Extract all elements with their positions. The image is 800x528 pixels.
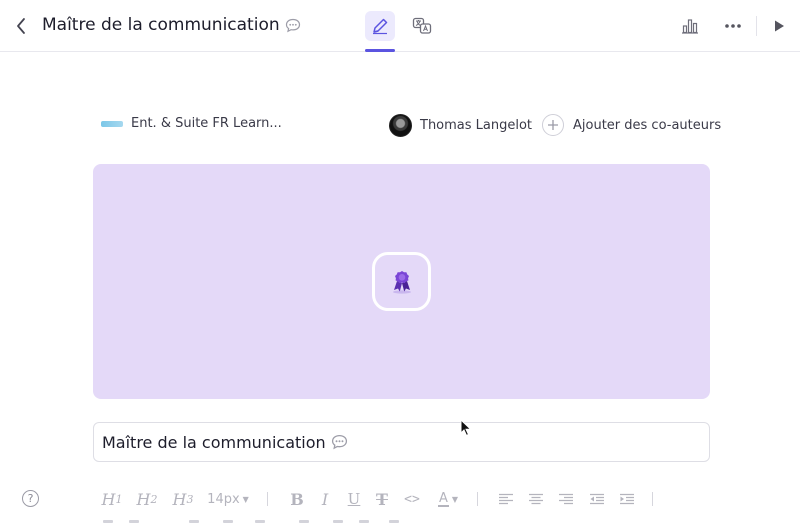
author: Thomas Langelot: [389, 114, 532, 137]
heading-3-button[interactable]: H3: [172, 488, 194, 510]
active-tab-indicator: [365, 49, 395, 52]
heading-3-sub: 3: [186, 492, 194, 506]
caret-down-icon: ▼: [451, 494, 459, 504]
align-right-icon: [559, 493, 573, 504]
align-right-button[interactable]: [557, 488, 575, 510]
bold-button[interactable]: B: [289, 488, 305, 510]
comment-icon[interactable]: [285, 18, 301, 33]
workspace-logo-icon: [101, 120, 123, 127]
heading-1-sub: 1: [115, 492, 123, 506]
align-left-icon: [499, 493, 513, 504]
tab-translate[interactable]: [407, 11, 437, 41]
text-format-toolbar-row-2: [93, 520, 710, 528]
add-coauthors-label: Ajouter des co-auteurs: [573, 117, 722, 133]
toolbar-icon-partial[interactable]: [389, 520, 399, 523]
more-icon: [725, 24, 741, 28]
help-icon[interactable]: ?: [22, 490, 39, 507]
toolbar-icon-partial[interactable]: [103, 520, 113, 523]
workspace-selector[interactable]: Ent. & Suite FR Learn...: [101, 116, 282, 131]
heading-2-sub: 2: [150, 492, 158, 506]
cover-image-area[interactable]: [93, 164, 710, 399]
align-left-button[interactable]: [497, 488, 515, 510]
toolbar-separator: [652, 492, 653, 506]
toolbar-icon-partial[interactable]: [299, 520, 309, 523]
italic-button[interactable]: I: [318, 488, 332, 510]
toolbar-icon-partial[interactable]: [129, 520, 139, 523]
heading-1-button[interactable]: H1: [101, 488, 123, 510]
align-center-icon: [529, 493, 543, 504]
comment-icon[interactable]: [331, 434, 348, 450]
outdent-button[interactable]: [588, 488, 606, 510]
translate-icon: [412, 17, 432, 34]
more-button[interactable]: [721, 14, 745, 38]
tab-edit[interactable]: [365, 11, 395, 41]
analytics-button[interactable]: [678, 14, 702, 38]
pencil-icon: [373, 18, 388, 35]
align-center-button[interactable]: [527, 488, 545, 510]
caret-down-icon: ▼: [242, 494, 249, 504]
toolbar-icon-partial[interactable]: [333, 520, 343, 523]
bar-chart-icon: [682, 19, 698, 34]
preview-button[interactable]: [767, 14, 791, 38]
course-meta-row: Ent. & Suite FR Learn... Thomas Langelot…: [0, 112, 800, 140]
text-format-toolbar: H1 H2 H3 14px ▼ B I U T <> A ▼: [93, 488, 710, 512]
text-color-button[interactable]: A ▼: [433, 488, 463, 510]
strikethrough-button[interactable]: T: [374, 488, 390, 510]
course-badge: [372, 252, 431, 311]
play-icon: [775, 20, 784, 32]
add-coauthors-button[interactable]: Ajouter des co-auteurs: [542, 114, 721, 136]
text-color-label: A: [437, 490, 449, 507]
author-name: Thomas Langelot: [420, 118, 533, 133]
code-button[interactable]: <>: [402, 488, 422, 510]
header-divider: [756, 16, 757, 36]
page-title: Maître de la communication: [42, 15, 301, 35]
top-bar: Maître de la communication: [0, 0, 800, 52]
toolbar-icon-partial[interactable]: [223, 520, 233, 523]
back-button[interactable]: [10, 14, 32, 38]
font-size-value: 14px: [207, 491, 240, 507]
toolbar-icon-partial[interactable]: [255, 520, 265, 523]
underline-button[interactable]: U: [346, 488, 362, 510]
toolbar-separator: [267, 492, 268, 506]
toolbar-icon-partial[interactable]: [189, 520, 199, 523]
course-title-field[interactable]: Maître de la communication: [93, 422, 710, 462]
heading-1-label: H: [101, 489, 116, 509]
heading-3-label: H: [172, 489, 187, 509]
outdent-icon: [590, 493, 604, 504]
avatar: [389, 114, 412, 137]
toolbar-icon-partial[interactable]: [359, 520, 369, 523]
indent-icon: [620, 493, 634, 504]
chevron-left-icon: [17, 18, 25, 34]
indent-button[interactable]: [618, 488, 636, 510]
heading-2-button[interactable]: H2: [136, 488, 158, 510]
course-title-value: Maître de la communication: [102, 432, 326, 452]
page-title-text: Maître de la communication: [42, 15, 280, 35]
workspace-label: Ent. & Suite FR Learn...: [131, 116, 282, 131]
toolbar-separator: [477, 492, 478, 506]
font-size-select[interactable]: 14px ▼: [207, 488, 249, 510]
plus-icon: [542, 114, 564, 136]
award-ribbon-icon: [392, 270, 411, 294]
heading-2-label: H: [136, 489, 151, 509]
